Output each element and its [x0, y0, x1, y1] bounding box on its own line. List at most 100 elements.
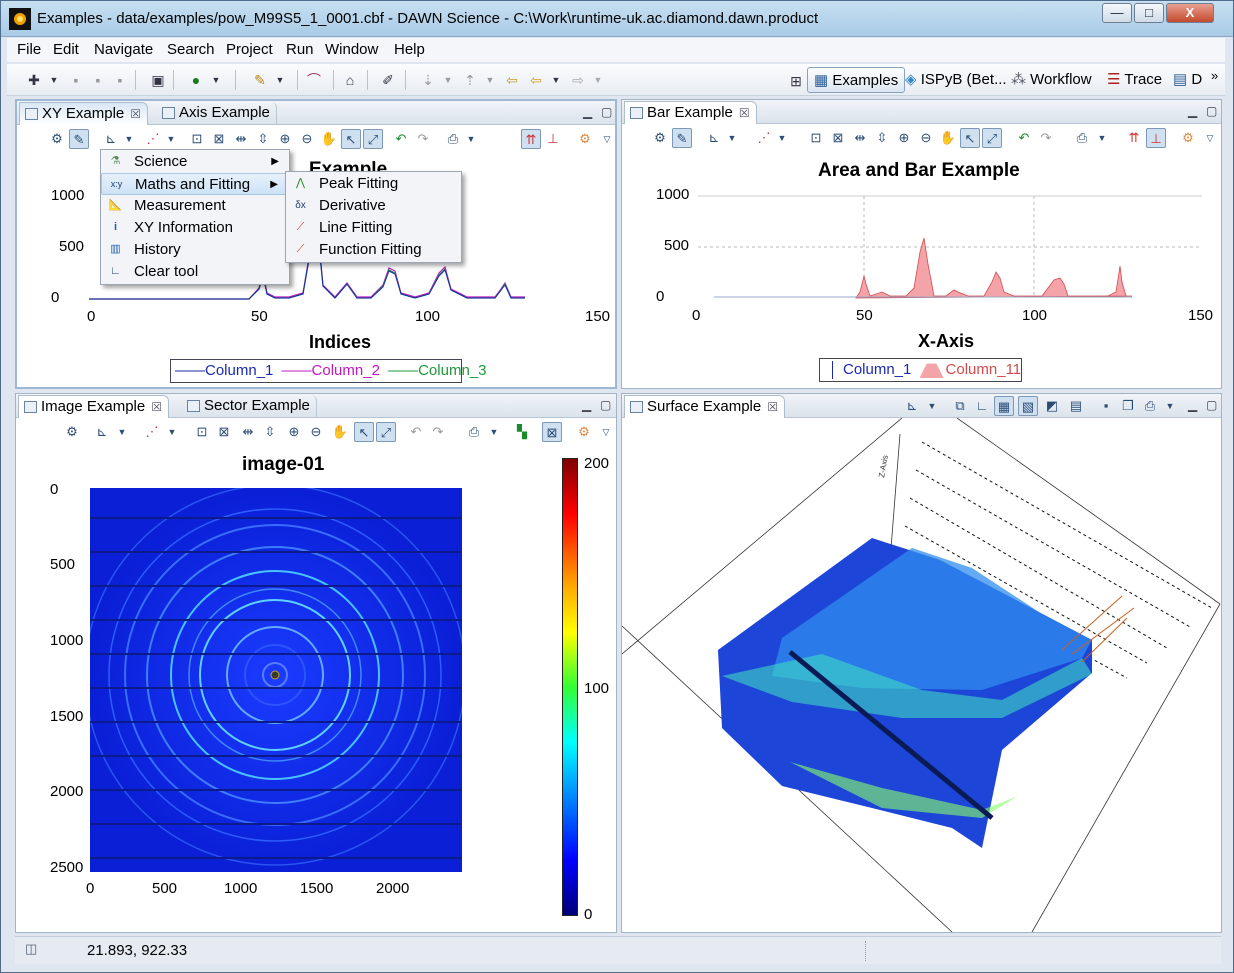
zoom-out-icon[interactable]: ⊖: [306, 422, 326, 442]
zoom-vertical-icon[interactable]: ⇳: [253, 129, 273, 149]
lines-mode-icon[interactable]: ▤: [1066, 396, 1086, 416]
print-plot-icon[interactable]: ⎙: [1072, 128, 1092, 148]
pan-icon[interactable]: ✋: [938, 128, 958, 148]
minimize-view-icon[interactable]: ▁: [582, 398, 591, 412]
pointer-icon[interactable]: ↖: [960, 128, 980, 148]
zoom-out-icon[interactable]: ⊖: [916, 128, 936, 148]
copy-plot-icon[interactable]: ❐: [1118, 396, 1138, 416]
perspective-d[interactable]: ▤ D: [1173, 67, 1202, 93]
zoom-vertical-icon[interactable]: ⇳: [872, 128, 892, 148]
perspective-workflow[interactable]: ⁂ Workflow: [1011, 67, 1092, 93]
histogram-icon[interactable]: ▚: [512, 422, 532, 442]
close-window-button[interactable]: X: [1166, 3, 1214, 23]
dropdown-arrow-icon[interactable]: ▼: [589, 71, 607, 89]
zoom-vertical-icon[interactable]: ⇳: [260, 422, 280, 442]
dropdown-arrow-icon[interactable]: ▼: [1092, 128, 1112, 148]
maximize-view-icon[interactable]: ▢: [1206, 398, 1217, 412]
zoom-rect-icon[interactable]: ⊠: [828, 128, 848, 148]
redo-icon[interactable]: ↷: [413, 129, 433, 149]
open-perspective-icon[interactable]: ⊞: [787, 72, 805, 90]
minimize-view-icon[interactable]: ▁: [1188, 104, 1197, 118]
print-plot-icon[interactable]: ⎙: [1140, 396, 1160, 416]
menu-edit[interactable]: Edit: [53, 41, 79, 58]
zoom-out-icon[interactable]: ⊖: [297, 129, 317, 149]
forward-icon[interactable]: ⇨: [569, 71, 587, 89]
zoom-in-icon[interactable]: ⊕: [275, 129, 295, 149]
print-icon[interactable]: ▪: [111, 71, 129, 89]
plot-settings-icon[interactable]: ⚙: [574, 422, 594, 442]
autoscale-icon[interactable]: ⤢: [982, 128, 1002, 148]
pan-icon[interactable]: ✋: [330, 422, 350, 442]
menu-item-maths-and-fitting[interactable]: x:y Maths and Fitting ▶: [101, 173, 289, 195]
minimize-view-icon[interactable]: ▁: [1188, 398, 1197, 412]
prev-annotation-icon[interactable]: ⇡: [461, 71, 479, 89]
view-menu-icon[interactable]: ▽: [1200, 128, 1220, 148]
back-icon[interactable]: ⇦: [527, 71, 545, 89]
config-icon[interactable]: ⚙: [47, 129, 67, 149]
tab-axis-example[interactable]: Axis Example: [157, 102, 277, 125]
save-file-icon[interactable]: ▣: [149, 71, 167, 89]
axis-icon[interactable]: ⊾: [101, 129, 121, 149]
save-all-icon[interactable]: ▪: [89, 71, 107, 89]
redo-icon[interactable]: ↷: [1036, 128, 1056, 148]
menu-project[interactable]: Project: [226, 41, 273, 58]
autoscale-icon[interactable]: ⤢: [363, 129, 383, 149]
zoom-area-icon[interactable]: ⊡: [187, 129, 207, 149]
trace-type-icon[interactable]: ⋰: [143, 129, 163, 149]
home-icon[interactable]: ⌂: [341, 71, 359, 89]
axis-icon[interactable]: ⊾: [902, 396, 922, 416]
print-plot-icon[interactable]: ⎙: [443, 129, 463, 149]
menu-item-peak-fitting[interactable]: ⋀ Peak Fitting: [286, 173, 461, 195]
surface-mode-icon[interactable]: ⧉: [950, 396, 970, 416]
view-menu-icon[interactable]: ▽: [597, 129, 615, 149]
dropdown-arrow-icon[interactable]: ▼: [547, 71, 565, 89]
menu-run[interactable]: Run: [286, 41, 314, 58]
undo-icon[interactable]: ↶: [391, 129, 411, 149]
wireframe-icon[interactable]: ▦: [994, 396, 1014, 416]
new-wizard-icon[interactable]: ✚: [25, 71, 43, 89]
menu-item-xy-information[interactable]: i XY Information: [101, 217, 289, 239]
zoom-horizontal-icon[interactable]: ⇹: [850, 128, 870, 148]
annotation-icon[interactable]: ✐: [379, 71, 397, 89]
menu-navigate[interactable]: Navigate: [94, 41, 153, 58]
tab-sector-example[interactable]: Sector Example: [182, 395, 317, 418]
dropdown-arrow-icon[interactable]: ▼: [722, 128, 742, 148]
plot-settings-icon[interactable]: ⚙: [575, 129, 595, 149]
dropdown-arrow-icon[interactable]: ▼: [45, 71, 63, 89]
plot-icon[interactable]: ⌒: [305, 71, 323, 89]
minimize-button[interactable]: —: [1102, 3, 1132, 23]
dropdown-arrow-icon[interactable]: ▼: [162, 422, 182, 442]
dropdown-arrow-icon[interactable]: ▼: [484, 422, 504, 442]
last-edit-icon[interactable]: ⇦: [503, 71, 521, 89]
trace-type-icon[interactable]: ⋰: [754, 128, 774, 148]
dropdown-arrow-icon[interactable]: ▼: [481, 71, 499, 89]
close-tab-icon[interactable]: ☒: [151, 400, 162, 414]
rescale-icon[interactable]: ⇈: [1124, 128, 1144, 148]
dropdown-arrow-icon[interactable]: ▼: [161, 129, 181, 149]
zoom-rect-icon[interactable]: ⊠: [214, 422, 234, 442]
run-icon[interactable]: ●: [187, 71, 205, 89]
dropdown-arrow-icon[interactable]: ▼: [271, 71, 289, 89]
autoscale-icon[interactable]: ⤢: [376, 422, 396, 442]
save-icon[interactable]: ▪: [67, 71, 85, 89]
tab-image-example[interactable]: Image Example ☒: [18, 395, 169, 418]
zoom-rect-icon[interactable]: ⊠: [209, 129, 229, 149]
menu-item-derivative[interactable]: δx Derivative: [286, 195, 461, 217]
next-annotation-icon[interactable]: ⇣: [419, 71, 437, 89]
tab-surface-example[interactable]: Surface Example ☒: [624, 395, 785, 418]
pointer-icon[interactable]: ↖: [341, 129, 361, 149]
rescale-icon[interactable]: ⇈: [521, 129, 541, 149]
dropdown-arrow-icon[interactable]: ▼: [112, 422, 132, 442]
dropdown-arrow-icon[interactable]: ▼: [119, 129, 139, 149]
point-mode-icon[interactable]: ◩: [1042, 396, 1062, 416]
menu-window[interactable]: Window: [325, 41, 378, 58]
dropdown-arrow-icon[interactable]: ▼: [207, 71, 225, 89]
config-icon[interactable]: ⚙: [62, 422, 82, 442]
trace-type-icon[interactable]: ⋰: [142, 422, 162, 442]
axes-icon[interactable]: ⊥: [543, 129, 563, 149]
axis-icon[interactable]: ⊾: [704, 128, 724, 148]
dropdown-arrow-icon[interactable]: ▼: [922, 396, 942, 416]
zoom-in-icon[interactable]: ⊕: [284, 422, 304, 442]
dropdown-arrow-icon[interactable]: ▼: [1160, 396, 1180, 416]
menu-item-line-fitting[interactable]: ⟋ Line Fitting: [286, 217, 461, 239]
